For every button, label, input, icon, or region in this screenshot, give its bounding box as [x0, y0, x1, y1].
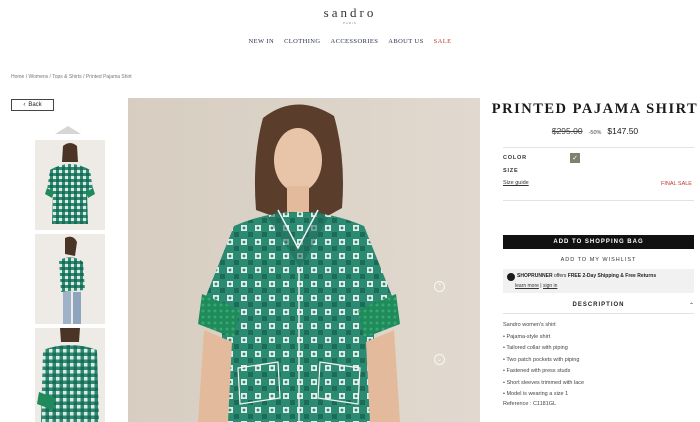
thumbnail-back-view[interactable]	[35, 140, 105, 230]
description-line: Sandro women's shirt	[503, 322, 556, 328]
description-line: • Tailored collar with piping	[503, 345, 568, 351]
divider	[503, 147, 694, 148]
description-line: • Two patch pockets with piping	[503, 356, 580, 363]
shoprunner-banner: SHOPRUNNER offers FREE 2-Day Shipping & …	[503, 269, 694, 293]
final-sale-notice: FINAL SALE	[661, 181, 692, 187]
brand-sub: PARIS	[343, 21, 357, 25]
description-line: • Fastened with press studs	[503, 368, 571, 374]
description-body: Sandro women's shirt • Pajama-style shir…	[503, 320, 584, 401]
chevron-up-icon[interactable]: ⌃	[689, 302, 694, 309]
add-to-bag-button[interactable]: ADD TO SHOPPING BAG	[503, 235, 694, 249]
shoprunner-logo-icon	[507, 273, 515, 281]
discount-badge: -50%	[588, 130, 602, 136]
thumbnail-scroll-up-icon[interactable]	[55, 126, 81, 134]
shoprunner-offer: FREE 2-Day Shipping & Free Returns	[567, 273, 657, 279]
color-swatch-selected[interactable]: ✓	[570, 153, 580, 163]
thumbnail-detail-view[interactable]	[35, 328, 105, 422]
description-line: • Short sleeves trimmed with lace	[503, 379, 585, 386]
thumbnail-side-view[interactable]	[35, 234, 105, 324]
nav-item-accessories[interactable]: ACCESSORIES	[330, 38, 378, 45]
zoom-in-icon[interactable]: ⌃	[434, 281, 445, 292]
main-nav: NEW IN CLOTHING ACCESSORIES ABOUT US SAL…	[0, 38, 700, 45]
color-label: COLOR	[503, 155, 527, 161]
back-button[interactable]: ‹ Back	[11, 99, 54, 111]
divider	[503, 200, 694, 201]
sale-price: $147.50	[607, 126, 639, 136]
product-title: PRINTED PAJAMA SHIRT	[491, 101, 699, 117]
brand-logo[interactable]: sandro	[0, 5, 700, 21]
description-toggle[interactable]: DESCRIPTION	[503, 302, 694, 308]
shoprunner-links: learn more | sign in	[515, 283, 557, 289]
check-icon: ✓	[572, 155, 578, 162]
shoprunner-offers: offers	[552, 273, 568, 279]
main-product-image[interactable]: ⌃ ⌄	[128, 98, 480, 422]
divider	[503, 313, 694, 314]
shoprunner-logo: SHOPRUNNER	[517, 273, 553, 279]
price-row: $295.00 -50% $147.50	[490, 126, 700, 136]
size-label: SIZE	[503, 168, 519, 174]
nav-item-clothing[interactable]: CLOTHING	[284, 38, 320, 45]
nav-item-about-us[interactable]: ABOUT US	[388, 38, 423, 45]
product-reference: Reference : C1181GL	[503, 401, 557, 407]
description-line: • Model is wearing a size 1	[503, 391, 569, 397]
shoprunner-text: SHOPRUNNER offers FREE 2-Day Shipping & …	[517, 273, 656, 279]
chevron-left-icon: ‹	[23, 102, 26, 108]
shoprunner-sign-in-link[interactable]: sign in	[543, 283, 557, 289]
add-to-wishlist-link[interactable]: ADD TO MY WISHLIST	[503, 257, 694, 263]
zoom-out-icon[interactable]: ⌄	[434, 354, 445, 365]
description-line: • Pajama-style shirt	[503, 333, 551, 340]
size-guide-link[interactable]: Size guide	[503, 180, 529, 186]
shoprunner-learn-more-link[interactable]: learn more	[515, 283, 539, 289]
back-label: Back	[28, 102, 42, 108]
original-price: $295.00	[551, 126, 583, 136]
nav-item-new-in[interactable]: NEW IN	[248, 38, 274, 45]
nav-item-sale[interactable]: SALE	[434, 38, 452, 45]
breadcrumb[interactable]: Home / Womens / Tops & Shirts / Printed …	[11, 74, 132, 80]
